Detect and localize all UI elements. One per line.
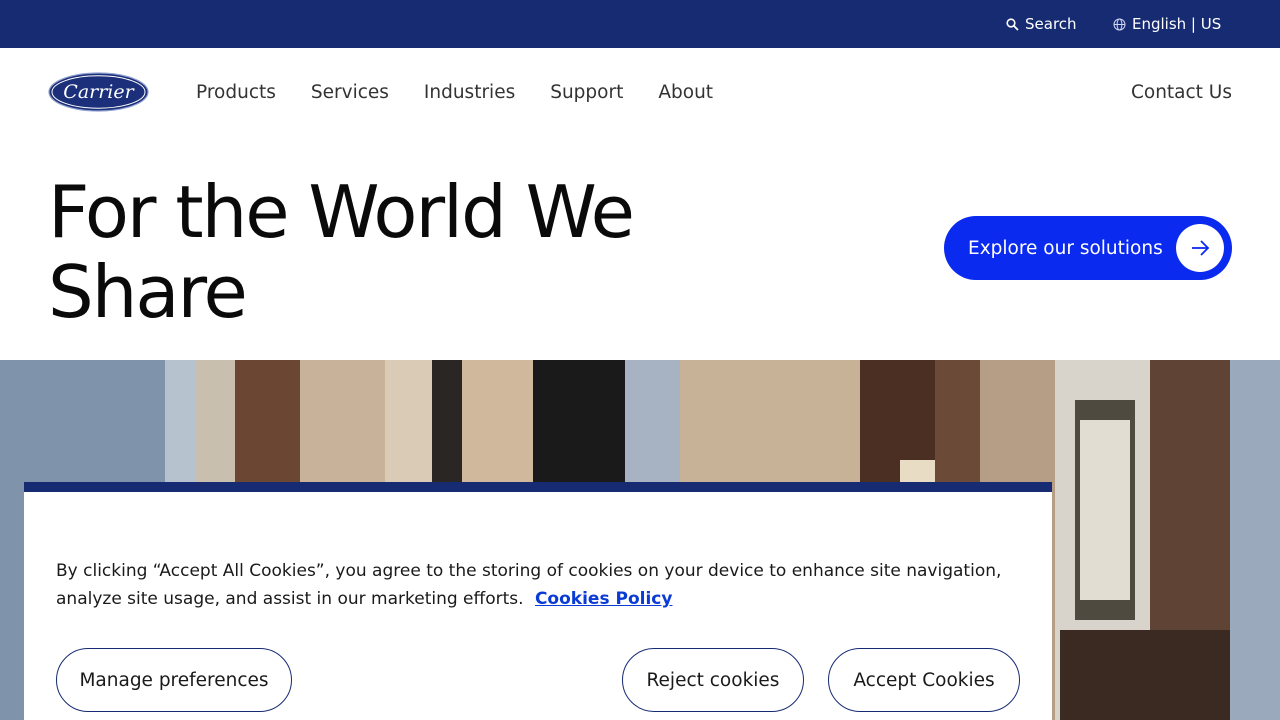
explore-solutions-button[interactable]: Explore our solutions bbox=[944, 216, 1232, 280]
reject-cookies-button[interactable]: Reject cookies bbox=[622, 648, 804, 712]
nav-about[interactable]: About bbox=[658, 82, 713, 103]
logo-text: Carrier bbox=[63, 81, 135, 103]
globe-icon bbox=[1113, 18, 1126, 30]
accept-cookies-button[interactable]: Accept Cookies bbox=[828, 648, 1020, 712]
cta-label: Explore our solutions bbox=[968, 237, 1163, 259]
manage-preferences-button[interactable]: Manage preferences bbox=[56, 648, 292, 712]
nav-industries[interactable]: Industries bbox=[424, 82, 515, 103]
carrier-logo[interactable]: Carrier bbox=[48, 72, 149, 112]
nav-services[interactable]: Services bbox=[311, 82, 389, 103]
cookies-policy-link[interactable]: Cookies Policy bbox=[535, 589, 673, 609]
search-label: Search bbox=[1025, 15, 1077, 33]
search-icon bbox=[1006, 17, 1019, 31]
cookie-banner: By clicking “Accept All Cookies”, you ag… bbox=[24, 482, 1052, 720]
main-nav: Carrier Products Services Industries Sup… bbox=[0, 48, 1280, 136]
nav-support[interactable]: Support bbox=[550, 82, 623, 103]
search-link[interactable]: Search bbox=[1006, 0, 1077, 48]
cookie-text: By clicking “Accept All Cookies”, you ag… bbox=[56, 561, 1002, 609]
primary-nav: Products Services Industries Support Abo… bbox=[196, 48, 748, 136]
cookie-message: By clicking “Accept All Cookies”, you ag… bbox=[56, 557, 1026, 613]
language-label: English | US bbox=[1132, 15, 1222, 33]
contact-us-link[interactable]: Contact Us bbox=[1131, 48, 1232, 136]
nav-products[interactable]: Products bbox=[196, 82, 276, 103]
utility-bar: Search English | US bbox=[0, 0, 1280, 48]
hero-title-line-1: For the World We bbox=[48, 170, 635, 254]
cta-arrow-circle bbox=[1176, 224, 1224, 272]
arrow-right-icon bbox=[1192, 240, 1210, 256]
hero-title-line-2: Share bbox=[48, 250, 248, 334]
hero-title: For the World We Share bbox=[48, 172, 768, 332]
language-selector[interactable]: English | US bbox=[1113, 0, 1221, 48]
